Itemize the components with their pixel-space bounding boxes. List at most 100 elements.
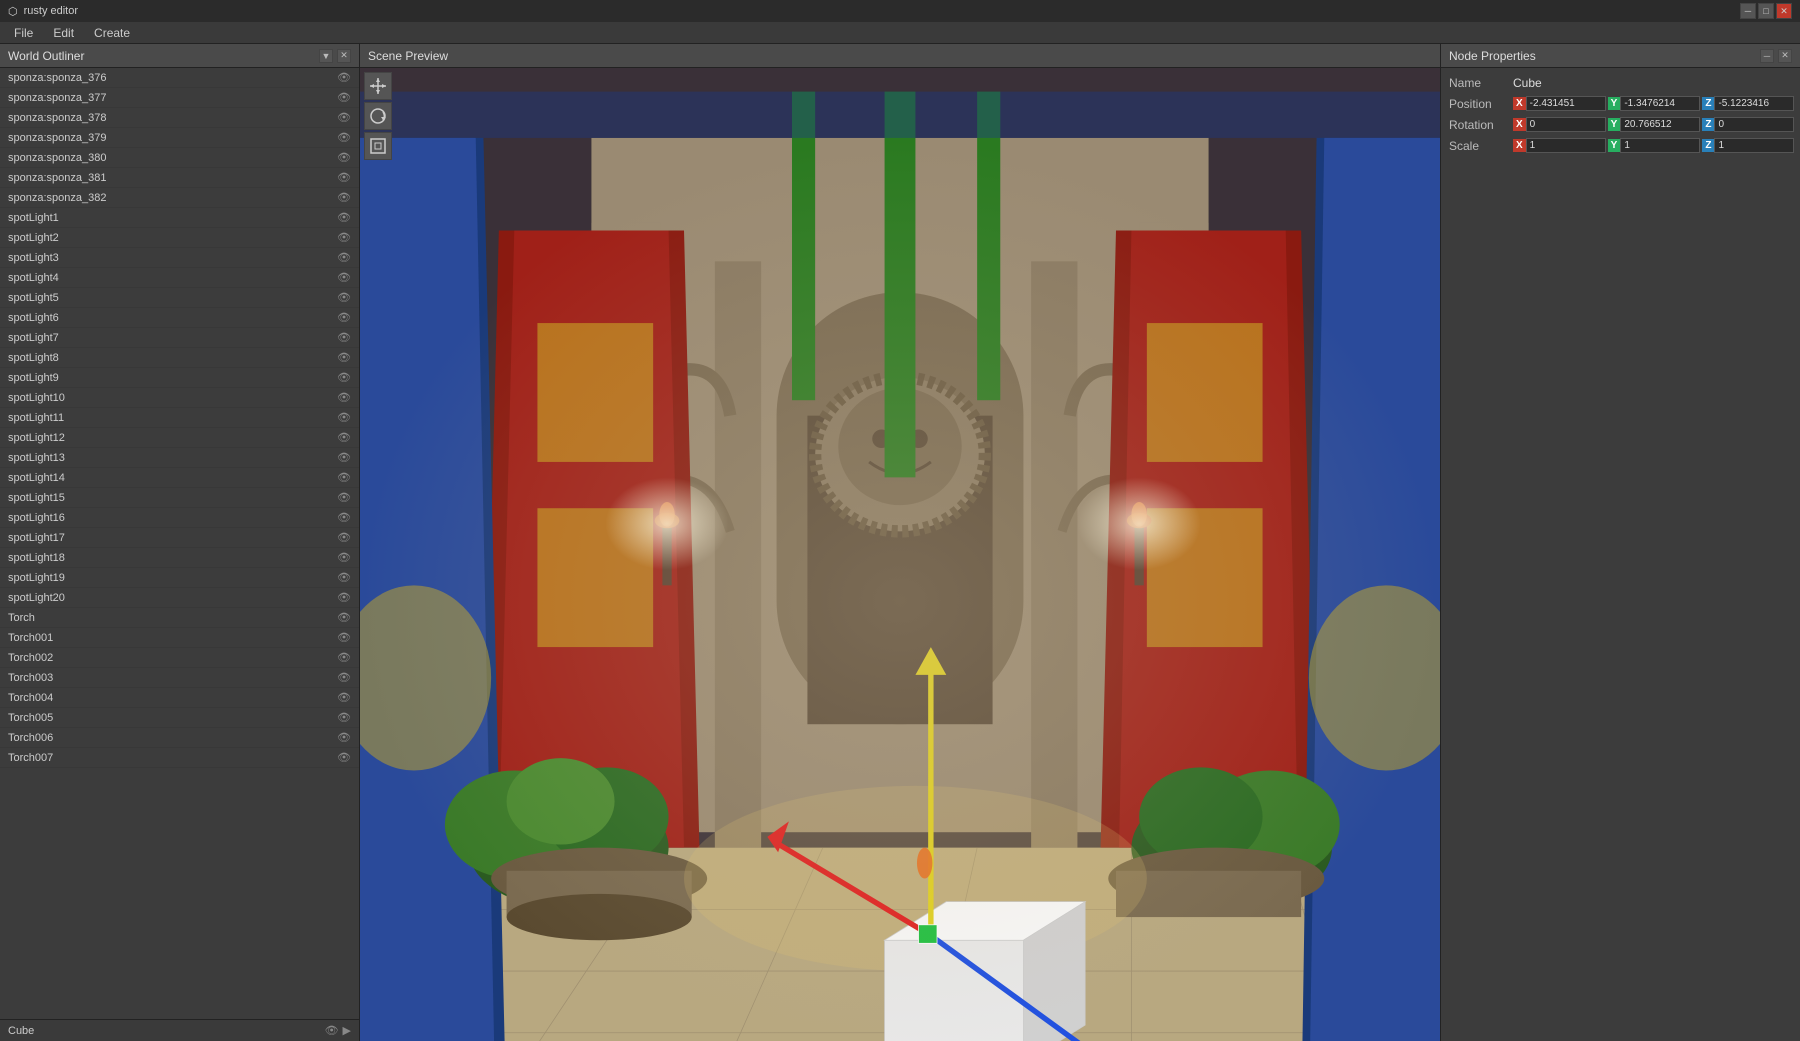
outliner-item[interactable]: spotLight16👁: [0, 508, 359, 528]
rotation-x-input[interactable]: [1526, 117, 1606, 132]
gizmo-translate-button[interactable]: [364, 72, 392, 100]
outliner-item[interactable]: spotLight14👁: [0, 468, 359, 488]
position-x-input[interactable]: [1526, 96, 1606, 111]
outliner-item[interactable]: Torch003👁: [0, 668, 359, 688]
scale-label: Scale: [1449, 139, 1509, 153]
outliner-item[interactable]: sponza:sponza_379👁: [0, 128, 359, 148]
minimize-button[interactable]: ─: [1740, 3, 1756, 19]
outliner-list[interactable]: sponza:sponza_376👁sponza:sponza_377👁spon…: [0, 68, 359, 1019]
outliner-item[interactable]: sponza:sponza_382👁: [0, 188, 359, 208]
node-properties-panel: Node Properties ─ ✕ Name Cube Position X: [1440, 44, 1800, 1041]
props-minimize-button[interactable]: ─: [1760, 49, 1774, 63]
pos-z-axis-label: Z: [1702, 97, 1714, 110]
name-property-row: Name Cube: [1449, 76, 1792, 90]
scale-x-field: X: [1513, 138, 1606, 153]
outliner-footer-item: Cube: [8, 1025, 34, 1037]
menubar: File Edit Create: [0, 22, 1800, 44]
name-value: Cube: [1513, 76, 1542, 90]
outliner-item[interactable]: spotLight5👁: [0, 288, 359, 308]
outliner-item[interactable]: spotLight18👁: [0, 548, 359, 568]
maximize-button[interactable]: □: [1758, 3, 1774, 19]
menu-create[interactable]: Create: [84, 24, 140, 42]
outliner-item[interactable]: Torch002👁: [0, 648, 359, 668]
scale-x-axis-label: X: [1513, 139, 1526, 152]
app-title: rusty editor: [24, 5, 78, 17]
scale-y-input[interactable]: [1620, 138, 1700, 153]
scale-x-input[interactable]: [1526, 138, 1606, 153]
outliner-item[interactable]: spotLight10👁: [0, 388, 359, 408]
name-label: Name: [1449, 76, 1509, 90]
outliner-item[interactable]: spotLight1👁: [0, 208, 359, 228]
outliner-item[interactable]: Torch001👁: [0, 628, 359, 648]
outliner-item[interactable]: sponza:sponza_381👁: [0, 168, 359, 188]
scale-z-axis-label: Z: [1702, 139, 1714, 152]
close-button[interactable]: ✕: [1776, 3, 1792, 19]
rotation-property-row: Rotation X Y Z: [1449, 117, 1792, 132]
props-content: Name Cube Position X Y Z: [1441, 68, 1800, 167]
titlebar-controls: ─ □ ✕: [1740, 3, 1792, 19]
outliner-close-button[interactable]: ✕: [337, 49, 351, 63]
outliner-filter-button[interactable]: ▼: [319, 49, 333, 63]
gizmo-scale-button[interactable]: [364, 132, 392, 160]
rotation-y-field: Y: [1608, 117, 1701, 132]
position-fields: X Y Z: [1513, 96, 1794, 111]
outliner-header: World Outliner ▼ ✕: [0, 44, 359, 68]
outliner-footer-eye-icon[interactable]: 👁: [325, 1024, 339, 1037]
rotation-x-field: X: [1513, 117, 1606, 132]
titlebar-left: ⬡ rusty editor: [8, 5, 78, 18]
gizmo-toolbar: [364, 72, 392, 160]
menu-file[interactable]: File: [4, 24, 43, 42]
outliner-item[interactable]: spotLight6👁: [0, 308, 359, 328]
outliner-item[interactable]: spotLight17👁: [0, 528, 359, 548]
outliner-item[interactable]: spotLight7👁: [0, 328, 359, 348]
menu-edit[interactable]: Edit: [43, 24, 84, 42]
props-header-title: Node Properties: [1449, 49, 1536, 63]
outliner-item[interactable]: spotLight3👁: [0, 248, 359, 268]
scene-canvas[interactable]: [360, 68, 1440, 1041]
world-outliner-panel: World Outliner ▼ ✕ sponza:sponza_376👁spo…: [0, 44, 360, 1041]
outliner-item[interactable]: Torch007👁: [0, 748, 359, 768]
position-property-row: Position X Y Z: [1449, 96, 1792, 111]
outliner-item[interactable]: sponza:sponza_378👁: [0, 108, 359, 128]
outliner-item[interactable]: spotLight2👁: [0, 228, 359, 248]
outliner-item[interactable]: sponza:sponza_380👁: [0, 148, 359, 168]
outliner-item[interactable]: Torch👁: [0, 608, 359, 628]
rot-y-axis-label: Y: [1608, 118, 1621, 131]
position-z-field: Z: [1702, 96, 1794, 111]
rotation-fields: X Y Z: [1513, 117, 1794, 132]
props-controls: ─ ✕: [1760, 49, 1792, 63]
outliner-item[interactable]: Torch005👁: [0, 708, 359, 728]
rotation-y-input[interactable]: [1620, 117, 1700, 132]
rotation-z-field: Z: [1702, 117, 1794, 132]
rotation-z-input[interactable]: [1714, 117, 1794, 132]
outliner-footer-arrow-icon[interactable]: ▶: [343, 1024, 351, 1037]
outliner-item[interactable]: spotLight20👁: [0, 588, 359, 608]
scale-y-field: Y: [1608, 138, 1701, 153]
main-layout: World Outliner ▼ ✕ sponza:sponza_376👁spo…: [0, 44, 1800, 1041]
outliner-item[interactable]: spotLight13👁: [0, 448, 359, 468]
outliner-item[interactable]: Torch004👁: [0, 688, 359, 708]
position-z-input[interactable]: [1714, 96, 1794, 111]
outliner-item[interactable]: spotLight19👁: [0, 568, 359, 588]
outliner-item[interactable]: spotLight15👁: [0, 488, 359, 508]
gizmo-rotate-button[interactable]: [364, 102, 392, 130]
outliner-item[interactable]: spotLight11👁: [0, 408, 359, 428]
scale-z-input[interactable]: [1714, 138, 1794, 153]
app-icon: ⬡: [8, 5, 18, 18]
outliner-item[interactable]: spotLight9👁: [0, 368, 359, 388]
outliner-item[interactable]: spotLight8👁: [0, 348, 359, 368]
props-close-button[interactable]: ✕: [1778, 49, 1792, 63]
position-y-input[interactable]: [1620, 96, 1700, 111]
rot-x-axis-label: X: [1513, 118, 1526, 131]
outliner-item[interactable]: spotLight4👁: [0, 268, 359, 288]
outliner-title: World Outliner: [8, 49, 84, 63]
position-label: Position: [1449, 97, 1509, 111]
outliner-footer: Cube 👁 ▶: [0, 1019, 359, 1041]
outliner-item[interactable]: sponza:sponza_376👁: [0, 68, 359, 88]
outliner-item[interactable]: sponza:sponza_377👁: [0, 88, 359, 108]
pos-x-axis-label: X: [1513, 97, 1526, 110]
scene-viewport[interactable]: [360, 68, 1440, 1041]
scene-preview-header: Scene Preview: [360, 44, 1440, 68]
outliner-item[interactable]: Torch006👁: [0, 728, 359, 748]
outliner-item[interactable]: spotLight12👁: [0, 428, 359, 448]
